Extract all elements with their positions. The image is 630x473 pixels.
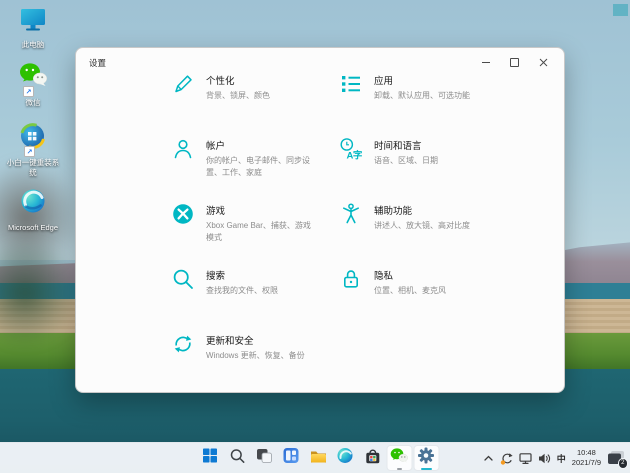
- task-view-icon: [256, 447, 273, 469]
- category-desc: 你的帐户、电子邮件、同步设置、工作、家庭: [206, 155, 318, 179]
- maximize-button[interactable]: [500, 52, 529, 72]
- desktop-icon-wechat[interactable]: ↗ 微信: [5, 61, 61, 108]
- category-apps[interactable]: 应用 卸载、默认应用、可选功能: [339, 71, 507, 136]
- edge-icon: [337, 447, 354, 469]
- category-title: 搜索: [206, 268, 318, 282]
- privacy-lock-icon: [339, 267, 363, 296]
- window-title: 设置: [89, 57, 106, 69]
- minimize-button[interactable]: [471, 52, 500, 72]
- reinstall-orb-icon: ↗: [18, 122, 48, 156]
- desktop-icon-label: Microsoft Edge: [8, 223, 58, 233]
- category-title: 时间和语言: [374, 138, 486, 152]
- category-title: 个性化: [206, 73, 318, 87]
- personalization-brush-icon: [171, 72, 195, 101]
- edge-icon: [18, 186, 48, 221]
- start-icon: [203, 448, 218, 468]
- edge-button[interactable]: [332, 445, 358, 471]
- settings-category-grid: 个性化 背景、锁屏、颜色 应用 卸载、默认应用、可选功能: [171, 71, 507, 396]
- tray-date: 2021/7/9: [572, 458, 601, 467]
- screen: 此电脑 ↗ 微信: [0, 0, 630, 473]
- notification-badge: 2: [618, 458, 629, 469]
- category-desc: 查找我的文件、权限: [206, 285, 318, 297]
- shortcut-arrow-icon: ↗: [23, 86, 34, 97]
- store-button[interactable]: [359, 445, 385, 471]
- apps-list-icon: [339, 72, 363, 101]
- network-display-icon[interactable]: [519, 452, 532, 465]
- active-indicator: [421, 468, 432, 470]
- folder-icon: [309, 447, 327, 469]
- wechat-icon: [390, 447, 409, 469]
- category-title: 应用: [374, 73, 486, 87]
- taskbar: 中 10:48 2021/7/9 2: [0, 442, 630, 473]
- category-desc: 讲述人、放大镜、高对比度: [374, 220, 486, 232]
- start-button[interactable]: [197, 445, 223, 471]
- category-desc: 背景、锁屏、颜色: [206, 90, 318, 102]
- widgets-button[interactable]: [278, 445, 304, 471]
- close-button[interactable]: [529, 52, 558, 72]
- category-desc: 卸载、默认应用、可选功能: [374, 90, 486, 102]
- category-time-language[interactable]: A字 时间和语言 语音、区域、日期: [339, 136, 507, 201]
- category-personalization[interactable]: 个性化 背景、锁屏、颜色: [171, 71, 339, 136]
- accessibility-icon: [339, 202, 363, 231]
- gaming-xbox-icon: [171, 202, 195, 231]
- clock[interactable]: 10:48 2021/7/9: [572, 448, 601, 468]
- desktop-icon-this-pc[interactable]: 此电脑: [5, 7, 61, 50]
- category-desc: 位置、相机、麦克风: [374, 285, 486, 297]
- update-refresh-icon: [171, 332, 195, 361]
- desktop-icon-label: 此电脑: [22, 40, 45, 50]
- time-language-icon: A字: [339, 137, 363, 166]
- desktop-icon-edge[interactable]: Microsoft Edge: [5, 186, 61, 233]
- notification-button[interactable]: 2: [607, 450, 626, 467]
- task-view-button[interactable]: [251, 445, 277, 471]
- accounts-person-icon: [171, 137, 195, 166]
- wechat-icon: ↗: [17, 61, 49, 96]
- desktop-icon-xiaobai-reinstall[interactable]: ↗ 小白一键重装系统: [5, 122, 61, 178]
- category-title: 更新和安全: [206, 333, 318, 347]
- search-icon: [171, 267, 195, 296]
- widgets-icon: [283, 447, 300, 469]
- category-search[interactable]: 搜索 查找我的文件、权限: [171, 266, 339, 331]
- desktop-icon-label: 微信: [26, 98, 41, 108]
- chevron-up-icon: [483, 453, 494, 463]
- sync-status-icon[interactable]: [500, 452, 513, 465]
- category-privacy[interactable]: 隐私 位置、相机、麦克风: [339, 266, 507, 331]
- gear-icon: [418, 447, 435, 469]
- ime-indicator[interactable]: 中: [557, 452, 566, 465]
- system-tray: 中 10:48 2021/7/9 2: [483, 443, 626, 473]
- store-icon: [363, 447, 381, 469]
- wechat-taskbar-button[interactable]: [386, 445, 412, 471]
- category-desc: 语音、区域、日期: [374, 155, 486, 167]
- category-update-security[interactable]: 更新和安全 Windows 更新、恢复、备份: [171, 331, 339, 396]
- hidden-icons-button[interactable]: [483, 453, 494, 463]
- category-gaming[interactable]: 游戏 Xbox Game Bar、捕获、游戏模式: [171, 201, 339, 266]
- desktop-icon-label: 小白一键重装系统: [6, 158, 60, 178]
- running-indicator: [397, 468, 402, 470]
- category-desc: Xbox Game Bar、捕获、游戏模式: [206, 220, 318, 244]
- svg-text:A字: A字: [347, 150, 363, 162]
- category-title: 隐私: [374, 268, 486, 282]
- tray-time: 10:48: [577, 448, 596, 457]
- taskbar-search-button[interactable]: [224, 445, 250, 471]
- window-controls: [471, 52, 558, 72]
- volume-icon[interactable]: [538, 452, 551, 465]
- category-title: 游戏: [206, 203, 318, 217]
- category-desc: Windows 更新、恢复、备份: [206, 350, 318, 362]
- category-accessibility[interactable]: 辅助功能 讲述人、放大镜、高对比度: [339, 201, 507, 266]
- category-title: 辅助功能: [374, 203, 486, 217]
- file-explorer-button[interactable]: [305, 445, 331, 471]
- this-pc-monitor-icon: [17, 7, 49, 38]
- taskbar-app-icons: [197, 445, 440, 471]
- settings-window: 设置 个性化 背景、锁屏、颜色: [75, 47, 565, 393]
- corner-teal-patch: [613, 4, 628, 16]
- shortcut-arrow-icon: ↗: [24, 146, 35, 157]
- search-icon: [229, 448, 245, 469]
- settings-taskbar-button[interactable]: [413, 445, 439, 471]
- category-title: 帐户: [206, 138, 318, 152]
- category-accounts[interactable]: 帐户 你的帐户、电子邮件、同步设置、工作、家庭: [171, 136, 339, 201]
